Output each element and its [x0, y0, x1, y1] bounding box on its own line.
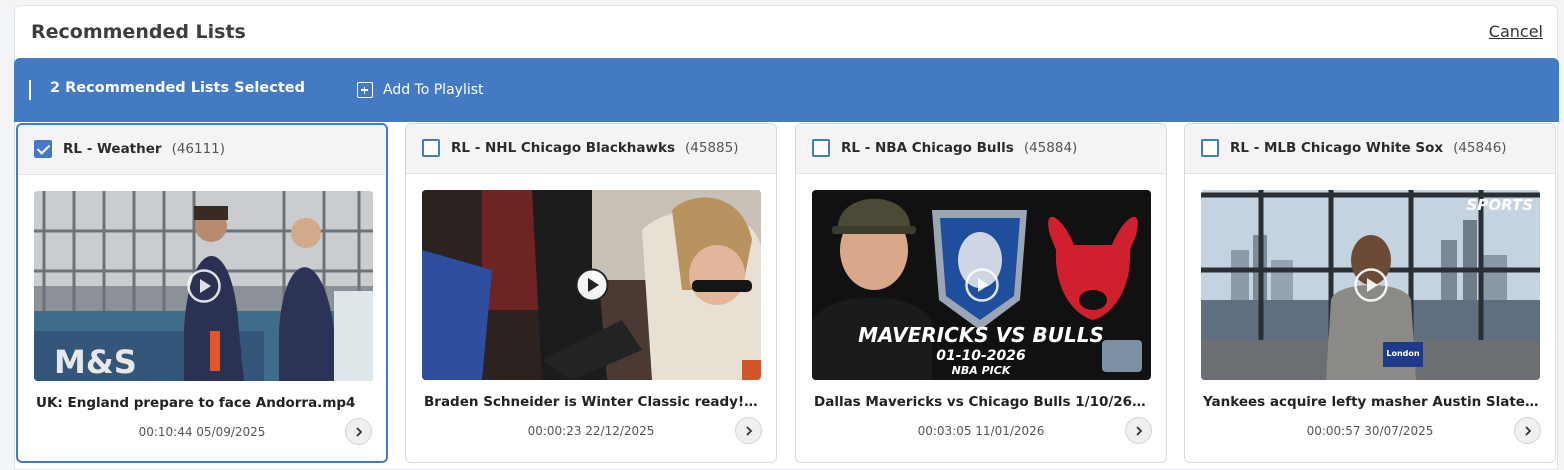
- selected-count-label: 2 Recommended Lists Selected: [50, 80, 305, 96]
- play-icon[interactable]: [1353, 268, 1388, 302]
- next-button[interactable]: [1514, 417, 1541, 444]
- panel-header: Recommended Lists Cancel: [15, 6, 1557, 58]
- video-meta: 00:00:57 30/07/2025: [1306, 424, 1434, 438]
- card-id: (45846): [1453, 140, 1507, 156]
- video-thumbnail[interactable]: [422, 190, 761, 380]
- next-button[interactable]: [1125, 417, 1152, 444]
- video-name: UK: England prepare to face Andorra.mp4: [36, 395, 356, 411]
- card-id: (46111): [171, 141, 226, 157]
- card-header: RL - Weather (46111): [18, 125, 386, 175]
- add-to-playlist-label: Add To Playlist: [383, 82, 484, 98]
- list-card-weather[interactable]: RL - Weather (46111) M&S UK: England pre…: [16, 123, 388, 463]
- video-meta: 00:03:05 11/01/2026: [917, 424, 1045, 438]
- card-title: RL - NHL Chicago Blackhawks (45885): [451, 140, 739, 156]
- card-header: RL - MLB Chicago White Sox (45846): [1185, 124, 1555, 174]
- card-id: (45885): [685, 140, 739, 156]
- svg-text:MAVERICKS VS BULLS: MAVERICKS VS BULLS: [858, 323, 1104, 347]
- chevron-right-icon: [1525, 426, 1532, 436]
- list-card-nhl-blackhawks[interactable]: RL - NHL Chicago Blackhawks (45885) Brade…: [405, 123, 777, 463]
- card-title: RL - NBA Chicago Bulls (45884): [841, 140, 1078, 156]
- video-name: Dallas Mavericks vs Chicago Bulls 1/10/2…: [814, 394, 1150, 410]
- chevron-right-icon: [746, 426, 753, 436]
- svg-text:London: London: [1386, 349, 1420, 358]
- card-title: RL - MLB Chicago White Sox (45846): [1230, 140, 1507, 156]
- list-card-mlb-white-sox[interactable]: RL - MLB Chicago White Sox (45846) Londo…: [1184, 123, 1556, 463]
- svg-text:SPORTS: SPORTS: [1467, 196, 1533, 214]
- card-header: RL - NBA Chicago Bulls (45884): [796, 124, 1166, 174]
- svg-text:NBA PICK: NBA PICK: [952, 364, 1012, 377]
- video-thumbnail[interactable]: M&S: [34, 191, 373, 381]
- card-header: RL - NHL Chicago Blackhawks (45885): [406, 124, 776, 174]
- cancel-link[interactable]: Cancel: [1489, 22, 1543, 41]
- divider: [29, 80, 31, 100]
- page-title: Recommended Lists: [31, 21, 246, 43]
- selection-action-bar: 2 Recommended Lists Selected Add To Play…: [14, 58, 1559, 122]
- play-icon[interactable]: [575, 268, 609, 302]
- card-checkbox[interactable]: [1201, 139, 1219, 157]
- video-thumbnail[interactable]: London SPORTS: [1201, 190, 1540, 380]
- next-button[interactable]: [345, 418, 372, 445]
- plus-square-icon: [357, 82, 373, 98]
- chevron-right-icon: [356, 427, 363, 437]
- card-title: RL - Weather (46111): [63, 141, 226, 157]
- video-thumbnail[interactable]: MAVERICKS VS BULLS 01-10-2026 NBA PICK: [812, 190, 1151, 380]
- play-icon[interactable]: [186, 269, 221, 303]
- video-meta: 00:00:23 22/12/2025: [527, 424, 655, 438]
- card-checkbox[interactable]: [812, 139, 830, 157]
- list-card-nba-bulls[interactable]: RL - NBA Chicago Bulls (45884) MAVERICKS …: [795, 123, 1167, 463]
- play-icon[interactable]: [964, 268, 999, 302]
- svg-text:01-10-2026: 01-10-2026: [936, 348, 1026, 364]
- svg-text:M&S: M&S: [54, 343, 137, 381]
- card-checkbox[interactable]: [422, 139, 440, 157]
- video-name: Braden Schneider is Winter Classic ready…: [424, 394, 760, 410]
- next-button[interactable]: [735, 417, 762, 444]
- add-to-playlist-button[interactable]: Add To Playlist: [357, 79, 484, 101]
- video-meta: 00:10:44 05/09/2025: [138, 425, 266, 439]
- card-checkbox[interactable]: [34, 140, 52, 158]
- chevron-right-icon: [1136, 426, 1143, 436]
- card-id: (45884): [1023, 140, 1078, 156]
- video-name: Yankees acquire lefty masher Austin Slat…: [1203, 394, 1539, 410]
